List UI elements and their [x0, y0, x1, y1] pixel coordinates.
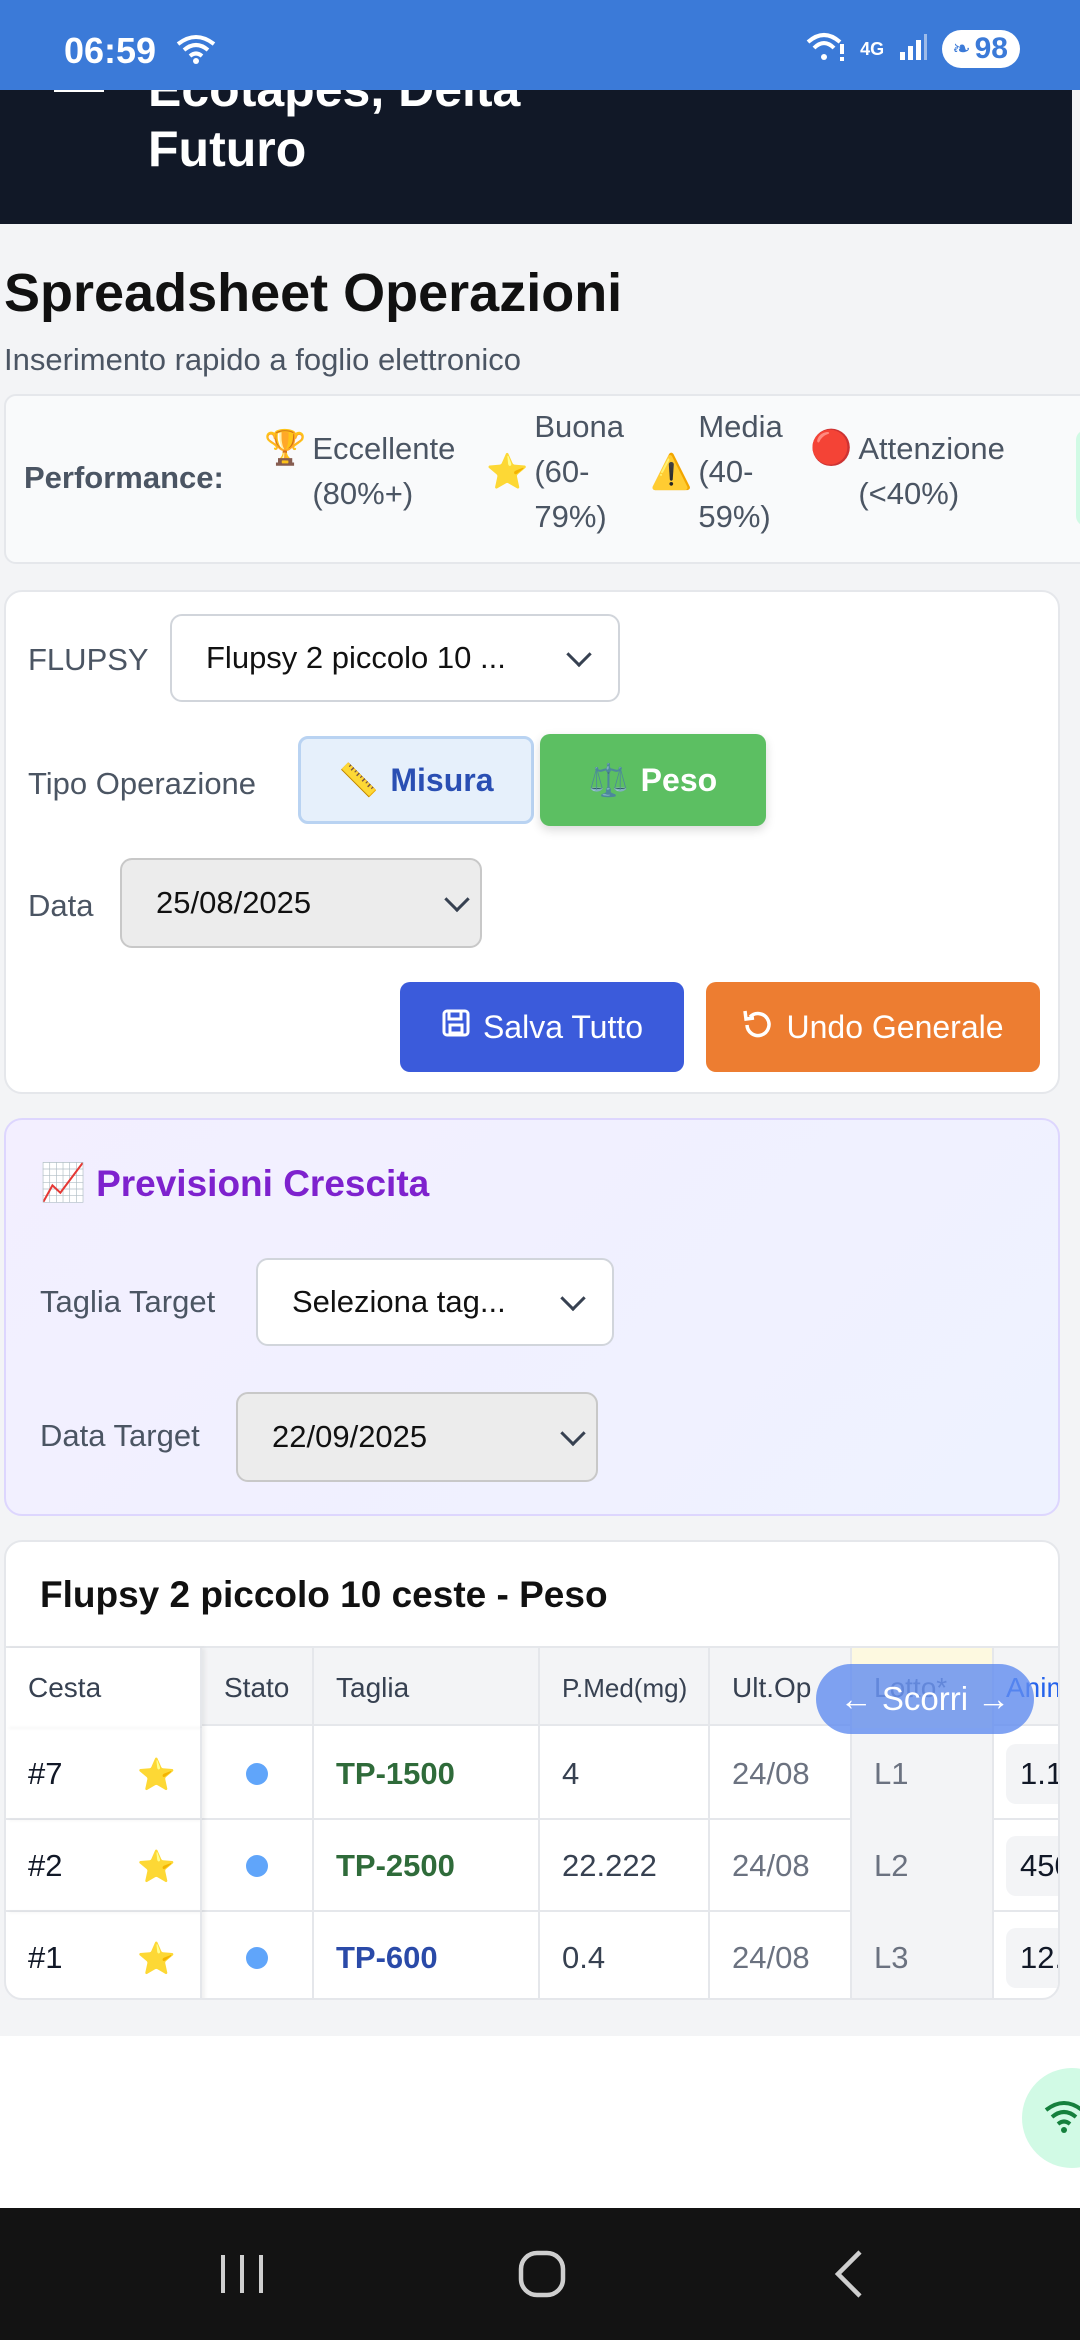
status-cell: [202, 1728, 314, 1820]
legend-overflow-item: [1076, 430, 1080, 526]
page-title: Spreadsheet Operazioni: [4, 263, 623, 323]
taglia-cell[interactable]: TP-2500: [314, 1820, 540, 1912]
system-nav-bar: [0, 2208, 1080, 2340]
legend-good: ⭐ Buona (60- 79%): [486, 409, 624, 534]
date-value: 25/08/2025: [156, 885, 312, 920]
table-row[interactable]: #7 ⭐ TP-1500 4 24/08 L1 1.1: [6, 1728, 1058, 1820]
legend-excellent: 🏆 Eccellente (80%+): [264, 426, 455, 516]
taglia-cell[interactable]: TP-1500: [314, 1728, 540, 1820]
growth-forecast-card: 📈 Previsioni Crescita Taglia Target Sele…: [4, 1118, 1060, 1516]
ultop-cell: 24/08: [710, 1728, 852, 1820]
cesta-cell: #2 ⭐: [6, 1820, 202, 1912]
column-header[interactable]: Stato: [202, 1648, 314, 1728]
wifi-icon: [1044, 2098, 1080, 2139]
wifi-alert-icon: [806, 32, 846, 67]
header-title-line2: Futuro: [148, 121, 307, 177]
lotto-cell[interactable]: L1: [852, 1728, 994, 1820]
star-icon: ⭐: [486, 453, 529, 491]
pmed-cell[interactable]: 4: [540, 1728, 710, 1820]
status-cell: [202, 1912, 314, 1998]
date-select[interactable]: 25/08/2025: [120, 858, 482, 948]
legend-attention: 🔴 Attenzione (<40%): [810, 426, 1005, 516]
column-header[interactable]: Cesta: [6, 1648, 202, 1728]
pmed-cell[interactable]: 22.222: [540, 1820, 710, 1912]
flupsy-label: FLUPSY: [28, 642, 149, 677]
peso-button[interactable]: ⚖️ Peso: [540, 734, 766, 826]
tipo-operazione-label: Tipo Operazione: [28, 766, 257, 801]
animali-cell[interactable]: 12.: [994, 1912, 1058, 1998]
ruler-icon: 📏: [338, 762, 379, 798]
star-icon: ⭐: [137, 1848, 176, 1884]
red-circle-icon: 🔴: [810, 429, 853, 467]
status-time: 06:59: [64, 30, 157, 71]
app-header: Ecotapes, Delta Futuro: [0, 90, 1072, 224]
lotto-cell[interactable]: L3: [852, 1912, 994, 1998]
network-type: 4G: [860, 38, 885, 59]
status-dot: [246, 1947, 268, 1969]
target-date-label: Data Target: [40, 1418, 200, 1453]
target-size-select[interactable]: Seleziona tag...: [256, 1258, 614, 1346]
save-all-button[interactable]: Salva Tutto: [400, 982, 684, 1072]
chevron-down-icon: [560, 1420, 586, 1447]
chart-increasing-icon: 📈: [40, 1162, 87, 1203]
trophy-icon: 🏆: [264, 429, 307, 467]
leaf-icon: ❧: [952, 36, 971, 61]
signal-icon: [898, 32, 928, 67]
cesta-cell: #7 ⭐: [6, 1728, 202, 1820]
target-size-placeholder: Seleziona tag...: [292, 1284, 506, 1319]
scale-icon: ⚖️: [588, 762, 629, 798]
menu-icon[interactable]: [54, 90, 104, 92]
home-icon[interactable]: [510, 2242, 574, 2306]
performance-label: Performance:: [24, 460, 224, 495]
taglia-cell[interactable]: TP-600: [314, 1912, 540, 1998]
flupsy-select[interactable]: Flupsy 2 piccolo 10 ...: [170, 614, 620, 702]
column-header[interactable]: P.Med(mg): [540, 1648, 710, 1728]
spreadsheet-table-card: Flupsy 2 piccolo 10 ceste - Peso Cesta S…: [4, 1540, 1060, 2000]
status-dot: [246, 1763, 268, 1785]
animali-cell[interactable]: 450: [994, 1820, 1058, 1912]
star-icon: ⭐: [137, 1756, 176, 1792]
chevron-down-icon: [566, 641, 592, 668]
page-bottom-area: [0, 2036, 1080, 2208]
recent-apps-icon[interactable]: [210, 2242, 274, 2306]
back-icon[interactable]: [816, 2242, 880, 2306]
operation-form-card: FLUPSY Flupsy 2 piccolo 10 ... Tipo Oper…: [4, 590, 1060, 1094]
chevron-down-icon: [444, 886, 470, 913]
status-dot: [246, 1855, 268, 1877]
status-cell: [202, 1820, 314, 1912]
misura-button[interactable]: 📏 Misura: [298, 736, 534, 824]
page-subtitle: Inserimento rapido a foglio elettronico: [4, 342, 521, 377]
status-bar: 06:59 4G ❧ 98: [0, 0, 1080, 90]
ultop-cell: 24/08: [710, 1820, 852, 1912]
scroll-hint: ← Scorri →: [816, 1664, 1034, 1734]
lotto-cell[interactable]: L2: [852, 1820, 994, 1912]
undo-icon: [742, 1007, 774, 1047]
save-icon: [441, 1008, 471, 1046]
target-date-select[interactable]: 22/09/2025: [236, 1392, 598, 1482]
battery-indicator: ❧ 98: [942, 30, 1020, 68]
animali-cell[interactable]: 1.1: [994, 1728, 1058, 1820]
legend-average: ⚠️ Media (40- 59%): [650, 409, 783, 534]
star-icon: ⭐: [137, 1940, 176, 1976]
forecast-title: Previsioni Crescita: [96, 1162, 430, 1204]
ultop-cell: 24/08: [710, 1912, 852, 1998]
wifi-icon: [176, 34, 216, 69]
table-row[interactable]: #1 ⭐ TP-600 0.4 24/08 L3 12.: [6, 1912, 1058, 1998]
table-title: Flupsy 2 piccolo 10 ceste - Peso: [40, 1574, 608, 1615]
warning-icon: ⚠️: [650, 453, 693, 491]
header-title-line1: Ecotapes, Delta: [148, 90, 520, 118]
undo-general-button[interactable]: Undo Generale: [706, 982, 1040, 1072]
column-header[interactable]: Taglia: [314, 1648, 540, 1728]
target-size-label: Taglia Target: [40, 1284, 216, 1319]
table-row[interactable]: #2 ⭐ TP-2500 22.222 24/08 L2 450: [6, 1820, 1058, 1912]
performance-legend: Performance: 🏆 Eccellente (80%+) ⭐ Buona(…: [4, 394, 1080, 564]
cesta-cell: #1 ⭐: [6, 1912, 202, 1998]
flupsy-select-value: Flupsy 2 piccolo 10 ...: [206, 640, 506, 675]
pmed-cell[interactable]: 0.4: [540, 1912, 710, 1998]
data-label: Data: [28, 888, 94, 923]
chevron-down-icon: [560, 1285, 586, 1312]
target-date-value: 22/09/2025: [272, 1419, 428, 1454]
